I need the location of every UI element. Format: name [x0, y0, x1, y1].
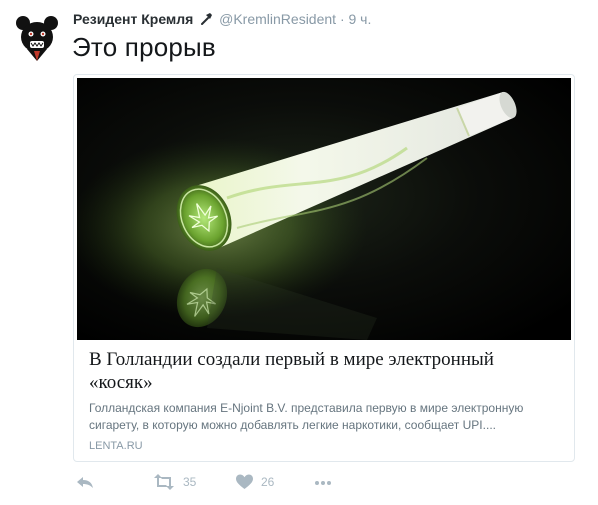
heart-icon — [236, 474, 253, 489]
retweet-icon — [154, 474, 174, 490]
card-body[interactable]: В Голландии создали первый в мире электр… — [89, 348, 559, 452]
retweet-count: 35 — [183, 475, 197, 489]
tweet-actions: 35 26 — [76, 474, 376, 496]
author-handle[interactable]: @KremlinResident — [219, 11, 336, 27]
tweet-header: Резидент Кремля @KremlinResident · 9 ч. — [73, 11, 371, 27]
like-count: 26 — [261, 475, 275, 489]
header-separator: · — [339, 11, 345, 27]
hammer-icon — [201, 13, 213, 25]
more-button[interactable] — [314, 480, 332, 486]
tweet-timestamp[interactable]: 9 ч. — [349, 11, 372, 27]
more-icon — [315, 481, 331, 485]
tweet-text: Это прорыв — [72, 32, 216, 62]
e-joint-photo — [77, 78, 571, 340]
card-image[interactable] — [77, 78, 571, 340]
card-domain: LENTA.RU — [89, 440, 143, 452]
avatar[interactable] — [13, 13, 61, 61]
card-title[interactable]: В Голландии создали первый в мире электр… — [89, 348, 559, 394]
retweet-button[interactable]: 35 — [153, 474, 196, 490]
link-card[interactable]: В Голландии создали первый в мире электр… — [73, 74, 575, 462]
bear-avatar-icon — [13, 13, 61, 61]
reply-button[interactable] — [76, 474, 94, 490]
like-button[interactable]: 26 — [236, 474, 274, 490]
author-name[interactable]: Резидент Кремля — [73, 11, 193, 27]
reply-icon — [77, 477, 93, 488]
card-description: Голландская компания E-Njoint B.V. предс… — [89, 401, 524, 432]
